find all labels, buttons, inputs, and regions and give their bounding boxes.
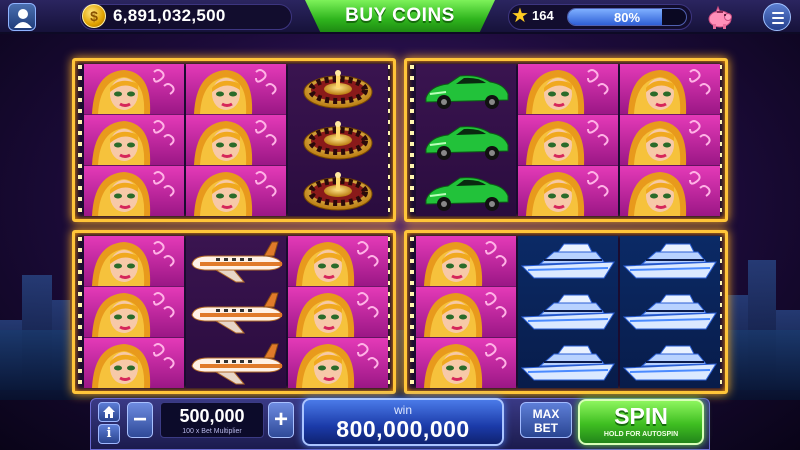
increase-bet-button[interactable]: + <box>268 402 294 438</box>
info-button[interactable]: i <box>98 424 120 444</box>
showgirl-symbol <box>518 64 618 114</box>
showgirl-symbol <box>84 287 184 337</box>
sports-car-symbol <box>416 166 516 216</box>
reel-1 <box>416 236 516 388</box>
win-amount: 800,000,000 <box>336 416 470 442</box>
max-bet-label-line2: BET <box>534 421 558 435</box>
buy-coins-button[interactable]: BUY COINS <box>305 0 495 32</box>
jet-symbol <box>186 236 286 286</box>
reel-1 <box>84 236 184 388</box>
yacht-symbol <box>620 287 720 337</box>
reel-2 <box>186 64 286 216</box>
piggy-bank-button[interactable] <box>706 3 734 31</box>
slot-machine-top-left[interactable] <box>72 58 396 222</box>
xp-progress-bar: 80% <box>567 8 687 26</box>
roulette-symbol <box>288 115 388 165</box>
reel-3 <box>288 236 388 388</box>
bet-multiplier-label: 100 x Bet Multiplier <box>182 428 242 435</box>
sports-car-symbol <box>416 64 516 114</box>
home-icon <box>103 406 115 418</box>
marquee-lights <box>410 65 414 215</box>
yacht-symbol <box>518 236 618 286</box>
slot-machine-top-right[interactable] <box>404 58 728 222</box>
reel-2 <box>186 236 286 388</box>
spin-label: SPIN <box>614 403 668 429</box>
yacht-symbol <box>620 338 720 388</box>
max-bet-button[interactable]: MAX BET <box>520 402 572 438</box>
xp-percent: 80% <box>613 10 641 25</box>
sports-car-symbol <box>416 115 516 165</box>
max-bet-label-line1: MAX <box>532 407 560 421</box>
jet-symbol <box>186 287 286 337</box>
showgirl-symbol <box>84 236 184 286</box>
autospin-hint: HOLD FOR AUTOSPIN <box>603 431 679 438</box>
win-display: win 800,000,000 <box>302 398 504 446</box>
bet-amount: 500,000 <box>179 406 245 426</box>
spin-button[interactable]: SPIN HOLD FOR AUTOSPIN <box>578 399 704 445</box>
showgirl-symbol <box>416 287 516 337</box>
player-level: 164 <box>532 8 554 23</box>
yacht-symbol <box>518 287 618 337</box>
win-label: win <box>393 403 412 417</box>
slot-machine-bottom-right[interactable] <box>404 230 728 394</box>
showgirl-symbol <box>186 166 286 216</box>
reel-1 <box>416 64 516 216</box>
roulette-symbol <box>288 64 388 114</box>
roulette-symbol <box>288 166 388 216</box>
piggy-bank-icon <box>708 5 732 29</box>
menu-icon-line <box>772 12 784 14</box>
showgirl-symbol <box>84 64 184 114</box>
showgirl-symbol <box>84 338 184 388</box>
showgirl-symbol <box>620 115 720 165</box>
home-button[interactable] <box>98 402 120 422</box>
showgirl-symbol <box>288 287 388 337</box>
showgirl-symbol <box>620 166 720 216</box>
marquee-lights <box>78 65 82 215</box>
reel-3 <box>288 64 388 216</box>
showgirl-symbol <box>416 236 516 286</box>
decrease-bet-button[interactable]: − <box>127 402 153 438</box>
reel-3 <box>620 236 720 388</box>
menu-icon-line <box>772 17 784 19</box>
coin-icon: $ <box>82 4 106 28</box>
yacht-symbol <box>620 236 720 286</box>
marquee-lights <box>410 237 414 387</box>
coin-balance: 6,891,032,500 <box>113 6 226 25</box>
jet-symbol <box>186 338 286 388</box>
showgirl-symbol <box>288 338 388 388</box>
reel-3 <box>620 64 720 216</box>
profile-button[interactable] <box>8 3 36 31</box>
slot-machine-bottom-left[interactable] <box>72 230 396 394</box>
star-icon: ★ <box>511 5 529 27</box>
reel-2 <box>518 236 618 388</box>
bet-display: 500,000 100 x Bet Multiplier <box>160 402 264 438</box>
showgirl-symbol <box>620 64 720 114</box>
menu-button[interactable] <box>763 3 791 31</box>
showgirl-symbol <box>186 115 286 165</box>
showgirl-symbol <box>84 166 184 216</box>
showgirl-symbol <box>518 115 618 165</box>
showgirl-symbol <box>288 236 388 286</box>
reel-1 <box>84 64 184 216</box>
showgirl-symbol <box>518 166 618 216</box>
menu-icon-line <box>772 22 784 24</box>
showgirl-symbol <box>84 115 184 165</box>
showgirl-symbol <box>416 338 516 388</box>
user-icon <box>14 9 32 28</box>
showgirl-symbol <box>186 64 286 114</box>
yacht-symbol <box>518 338 618 388</box>
marquee-lights <box>78 237 82 387</box>
reel-2 <box>518 64 618 216</box>
